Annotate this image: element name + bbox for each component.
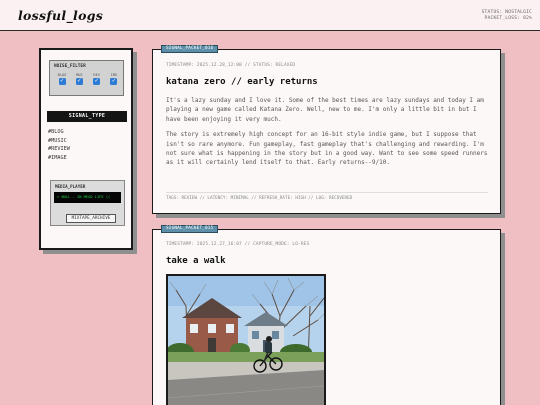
media-player: MEDIA_PLAYER > NULL - IN MEGO LIFE (( MI…: [50, 180, 125, 226]
post-footer: TAGS: REVIEW // LATENCY: MINIMAL // REFR…: [166, 196, 353, 201]
filter-option-mus: MUS ✓: [73, 72, 85, 85]
post-card: SIGNAL_PACKET_016 TIMESTAMP: 2025.12.28_…: [152, 45, 501, 214]
filter-option-rev: REV ✓: [91, 72, 103, 85]
post-title[interactable]: take a walk: [166, 256, 226, 266]
mixtape-archive-button[interactable]: MIXTAPE_ARCHIVE: [66, 214, 116, 223]
now-playing-display: > NULL - IN MEGO LIFE ((: [54, 192, 121, 203]
noise-filter-label: NOISE_FILTER: [54, 64, 86, 69]
noise-filter-panel: NOISE_FILTER BLOG ✓ MUS ✓ REV ✓ IMG ✓: [49, 60, 124, 96]
category-link-review[interactable]: #REVIEW: [48, 145, 70, 154]
packet-tag: SIGNAL_PACKET_015: [161, 225, 219, 233]
post-title[interactable]: katana zero // early returns: [166, 77, 318, 87]
divider: [166, 192, 488, 193]
noise-filter-options: BLOG ✓ MUS ✓ REV ✓ IMG ✓: [56, 72, 120, 85]
category-link-blog[interactable]: #BLOG: [48, 128, 70, 137]
signal-type-heading: SIGNAL_TYPE: [47, 111, 127, 122]
category-list: #BLOG #MUSIC #REVIEW #IMAGE: [48, 128, 70, 162]
post-paragraph: The story is extremely high concept for …: [166, 131, 488, 167]
filter-option-img: IMG ✓: [108, 72, 120, 85]
filter-checkbox-blog[interactable]: ✓: [58, 78, 66, 85]
packet-loss-line: PACKET_LOSS: 82%: [484, 16, 532, 21]
post-paragraph: It's a lazy sunday and I love it. Some o…: [166, 97, 484, 123]
filter-checkbox-mus[interactable]: ✓: [75, 78, 83, 85]
walk-photo-illustration: [168, 276, 324, 405]
post-meta: TIMESTAMP: 2025.12.28_12:00 // STATUS: R…: [166, 63, 296, 68]
post-meta: TIMESTAMP: 2025.12.27_16:07 // CAPTURE_M…: [166, 242, 310, 247]
top-bar: lossful_logs STATUS: NOSTALGIC PACKET_LO…: [0, 0, 540, 31]
filter-checkbox-img[interactable]: ✓: [110, 78, 118, 85]
status-readout: STATUS: NOSTALGIC PACKET_LOSS: 82%: [482, 10, 532, 22]
filter-option-blog: BLOG ✓: [56, 72, 68, 85]
filter-checkbox-rev[interactable]: ✓: [93, 78, 101, 85]
post-body: It's a lazy sunday and I love it. Some o…: [166, 96, 488, 174]
category-link-music[interactable]: #MUSIC: [48, 137, 70, 146]
post-card: SIGNAL_PACKET_015 TIMESTAMP: 2025.12.27_…: [152, 225, 501, 405]
site-title[interactable]: lossful_logs: [18, 8, 103, 23]
packet-tag: SIGNAL_PACKET_016: [161, 45, 219, 53]
category-link-image[interactable]: #IMAGE: [48, 154, 70, 163]
post-photo[interactable]: [166, 274, 326, 405]
sidebar: NOISE_FILTER BLOG ✓ MUS ✓ REV ✓ IMG ✓ SI…: [39, 48, 133, 250]
media-player-label: MEDIA_PLAYER: [55, 184, 86, 189]
